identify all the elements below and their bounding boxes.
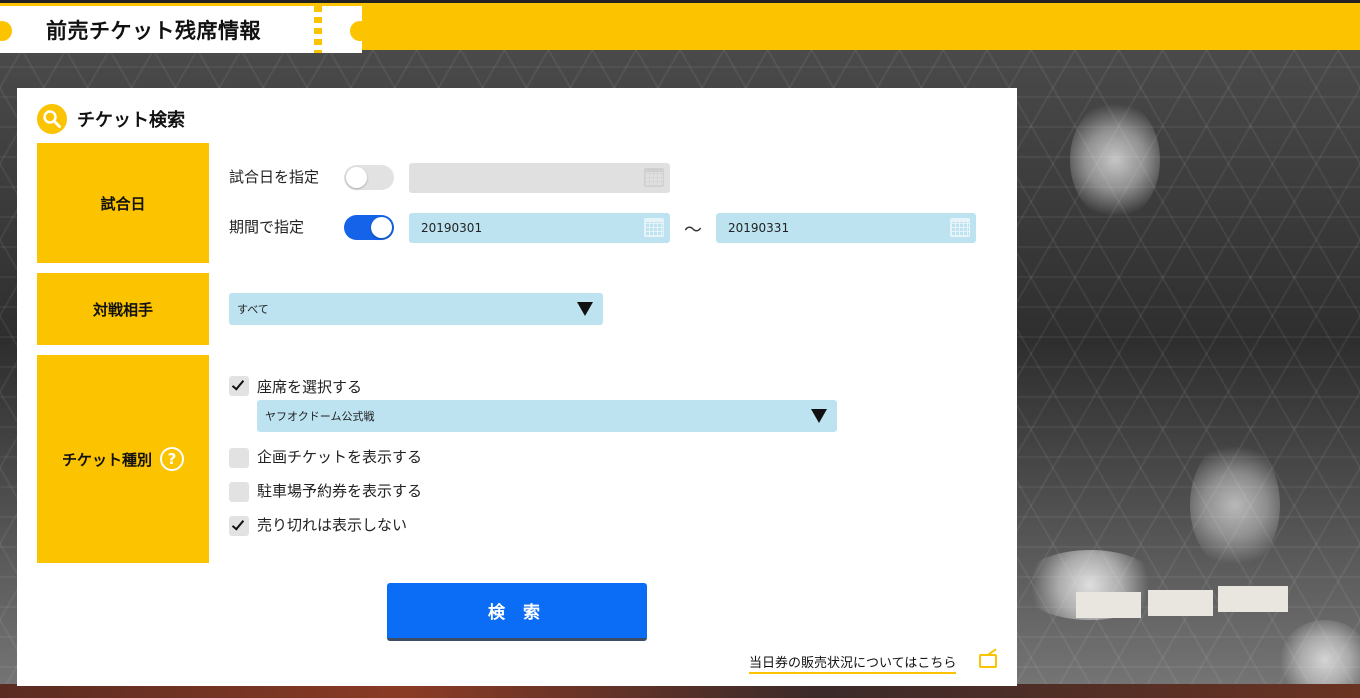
specify-date-input[interactable] [409,163,670,193]
chevron-down-icon [577,302,593,316]
match-day-label: 試合日 [37,143,209,263]
ticket-search-panel: チケット検索 試合日 試合日を指定 期間で指定 20190301 〜 20190… [17,88,1017,686]
seat-select-value: ヤフオクドーム公式戦 [265,410,375,423]
panel-header: チケット検索 [37,104,185,134]
show-parking-label: 駐車場予約券を表示する [257,482,423,500]
search-icon [37,104,67,134]
hide-sold-out-checkbox[interactable] [229,516,249,536]
show-planned-checkbox[interactable] [229,448,249,468]
period-to-input[interactable]: 20190331 [716,213,976,243]
match-day-label-text: 試合日 [100,194,146,213]
specify-date-label: 試合日を指定 [229,168,320,186]
ticket-type-label: チケット種別 ? [37,355,209,563]
select-seat-checkbox[interactable] [229,376,249,396]
external-link-icon[interactable] [979,654,997,668]
opponent-label-text: 対戦相手 [92,300,153,319]
hide-sold-out-label: 売り切れは表示しない [257,516,408,534]
opponent-select-value: すべて [237,303,269,316]
calendar-icon[interactable] [644,218,664,237]
period-from-value: 20190301 [421,221,483,235]
calendar-icon[interactable] [950,218,970,237]
select-seat-label: 座席を選択する [257,378,363,396]
period-from-input[interactable]: 20190301 [409,213,670,243]
opponent-select[interactable]: すべて [229,293,603,325]
seat-select[interactable]: ヤフオクドーム公式戦 [257,400,837,432]
period-to-value: 20190331 [728,221,790,235]
search-button[interactable]: 検 索 [387,583,647,641]
period-separator: 〜 [684,220,702,241]
ticket-type-label-text: チケット種別 [61,450,152,469]
period-toggle[interactable] [344,215,394,240]
help-icon[interactable]: ? [160,447,184,471]
chevron-down-icon [811,409,827,423]
opponent-label: 対戦相手 [37,273,209,345]
same-day-ticket-link[interactable]: 当日券の販売状況についてはこちら [749,652,957,674]
page-title: 前売チケット残席情報 [46,19,261,43]
calendar-icon[interactable] [644,168,664,187]
title-ticket-tab: 前売チケット残席情報 [0,6,370,53]
show-parking-checkbox[interactable] [229,482,249,502]
period-label: 期間で指定 [229,218,305,236]
header-bar: 前売チケット残席情報 [0,0,1360,53]
show-planned-label: 企画チケットを表示する [257,448,423,466]
panel-title: チケット検索 [77,110,185,131]
specify-date-toggle[interactable] [344,165,394,190]
